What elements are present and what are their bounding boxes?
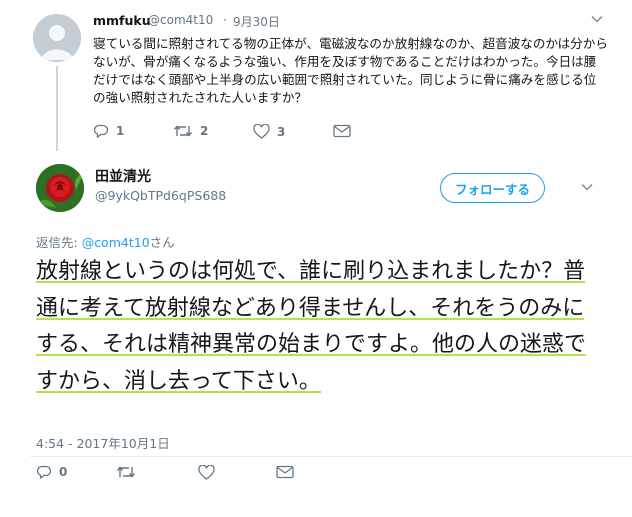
- main-reply-button[interactable]: 0: [36, 465, 67, 479]
- parent-like-count: 3: [277, 124, 286, 139]
- main-like-button[interactable]: [198, 465, 215, 480]
- parent-author-name[interactable]: mmfuku: [93, 13, 151, 28]
- parent-menu-button[interactable]: [590, 12, 604, 26]
- main-reply-count: 0: [59, 465, 68, 479]
- parent-retweet-button[interactable]: 2: [173, 124, 208, 138]
- parent-separator: ·: [223, 13, 227, 27]
- like-icon: [198, 465, 215, 480]
- main-author-name[interactable]: 田並清光: [95, 166, 151, 186]
- main-author-handle[interactable]: @9ykQbTPd6qPS688: [95, 188, 226, 203]
- main-avatar[interactable]: [36, 164, 84, 212]
- parent-reply-button[interactable]: 1: [93, 124, 124, 138]
- parent-author-handle[interactable]: @com4t10: [148, 13, 213, 27]
- like-icon: [253, 124, 270, 139]
- parent-dm-button[interactable]: [333, 124, 351, 138]
- reply-prefix: 返信先:: [36, 235, 82, 250]
- reply-icon: [93, 124, 109, 138]
- dm-icon: [333, 124, 351, 138]
- replying-to: 返信先: @com4t10さん: [36, 232, 175, 251]
- parent-tweet-text: 寝ている間に照射されてる物の正体が、電磁波なのか放射線なのか、超音波なのかは分か…: [93, 36, 608, 105]
- dm-icon: [276, 465, 294, 479]
- divider: [30, 456, 632, 457]
- parent-avatar[interactable]: [33, 14, 81, 62]
- parent-retweet-count: 2: [200, 124, 209, 138]
- main-dm-button[interactable]: [276, 465, 294, 479]
- rose-avatar-icon: [36, 164, 84, 212]
- reply-icon: [36, 465, 52, 479]
- parent-like-button[interactable]: 3: [253, 124, 285, 139]
- main-tweet-text: 放射線というのは何処で、誰に刷り込まれましたか？普通に考えて放射線などあり得ませ…: [36, 254, 606, 400]
- follow-button[interactable]: フォローする: [440, 173, 545, 203]
- main-menu-button[interactable]: [580, 180, 594, 194]
- main-timestamp[interactable]: 4:54 - 2017年10月1日: [36, 433, 170, 452]
- parent-date[interactable]: 9月30日: [233, 13, 280, 30]
- chevron-down-icon: [591, 15, 603, 23]
- default-avatar-icon: [33, 14, 81, 62]
- parent-reply-count: 1: [116, 124, 125, 138]
- reply-suffix: さん: [149, 235, 175, 250]
- reply-mention-link[interactable]: @com4t10: [82, 235, 150, 250]
- retweet-icon: [116, 466, 136, 478]
- retweet-icon: [173, 125, 193, 137]
- chevron-down-icon: [581, 183, 593, 191]
- main-retweet-button[interactable]: [116, 465, 136, 479]
- thread-line: [56, 66, 58, 151]
- main-tweet-text-body: 放射線というのは何処で、誰に刷り込まれましたか？普通に考えて放射線などあり得ませ…: [36, 259, 587, 394]
